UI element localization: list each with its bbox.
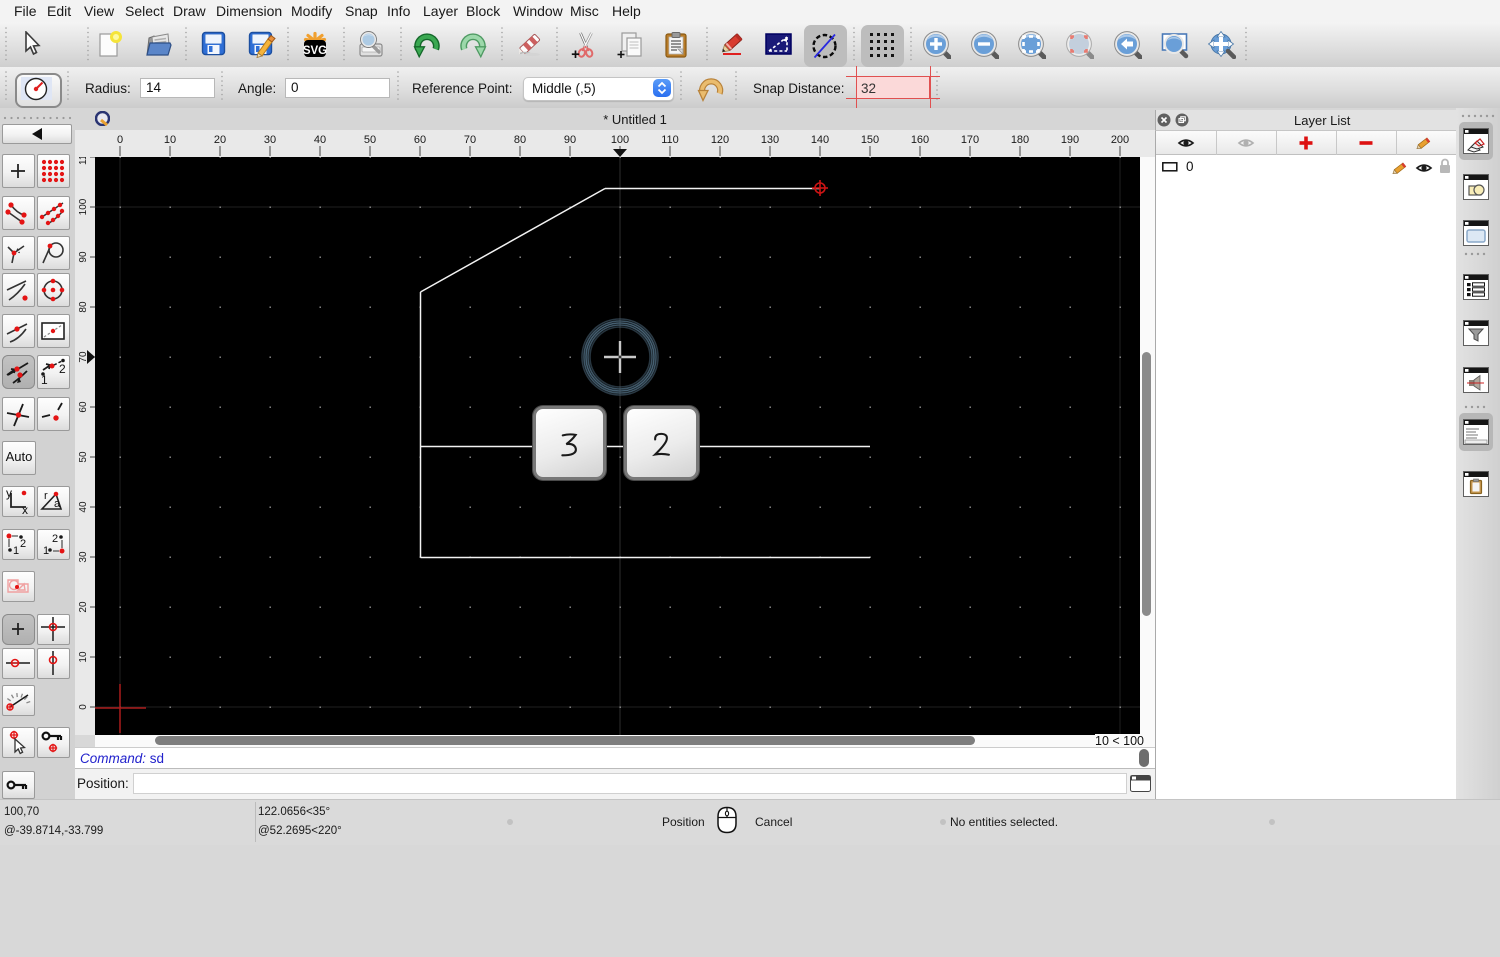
svg-text:x: x bbox=[22, 503, 28, 515]
svg-text:1: 1 bbox=[43, 545, 49, 557]
svg-text:2: 2 bbox=[59, 362, 66, 376]
svg-text:50: 50 bbox=[78, 451, 89, 463]
svg-text:0: 0 bbox=[78, 704, 89, 710]
svg-text:70: 70 bbox=[464, 134, 476, 146]
svg-text:60: 60 bbox=[78, 401, 89, 413]
svg-text:100: 100 bbox=[611, 134, 629, 146]
svg-text:150: 150 bbox=[861, 134, 879, 146]
svg-text:90: 90 bbox=[78, 251, 89, 263]
svg-text:50: 50 bbox=[364, 134, 376, 146]
svg-text:y: y bbox=[6, 487, 12, 500]
svg-text:r: r bbox=[44, 490, 48, 502]
svg-text:160: 160 bbox=[911, 134, 929, 146]
svg-text:110: 110 bbox=[78, 157, 89, 165]
svg-text:a: a bbox=[54, 498, 61, 510]
svg-text:10: 10 bbox=[164, 134, 176, 146]
svg-text:180: 180 bbox=[1011, 134, 1029, 146]
svg-text:130: 130 bbox=[761, 134, 779, 146]
svg-text:0: 0 bbox=[117, 134, 123, 146]
svg-text:1: 1 bbox=[13, 545, 19, 557]
svg-text:170: 170 bbox=[961, 134, 979, 146]
svg-text:30: 30 bbox=[264, 134, 276, 146]
svg-text:190: 190 bbox=[1061, 134, 1079, 146]
svg-text:100: 100 bbox=[78, 198, 89, 215]
svg-text:20: 20 bbox=[214, 134, 226, 146]
svg-text:2: 2 bbox=[20, 538, 26, 550]
svg-text:SVG: SVG bbox=[303, 45, 327, 57]
svg-text:10: 10 bbox=[78, 651, 89, 663]
svg-text:80: 80 bbox=[78, 301, 89, 313]
svg-text:40: 40 bbox=[78, 501, 89, 513]
svg-text:90: 90 bbox=[564, 134, 576, 146]
svg-text:2: 2 bbox=[52, 533, 58, 545]
svg-text:60: 60 bbox=[414, 134, 426, 146]
svg-text:80: 80 bbox=[514, 134, 526, 146]
svg-text:40: 40 bbox=[314, 134, 326, 146]
svg-text:140: 140 bbox=[811, 134, 829, 146]
svg-text:30: 30 bbox=[78, 551, 89, 563]
svg-text:20: 20 bbox=[78, 601, 89, 613]
svg-text:1: 1 bbox=[41, 373, 48, 386]
svg-text:110: 110 bbox=[661, 134, 679, 146]
svg-text:200: 200 bbox=[1111, 134, 1129, 146]
svg-text:120: 120 bbox=[711, 134, 729, 146]
